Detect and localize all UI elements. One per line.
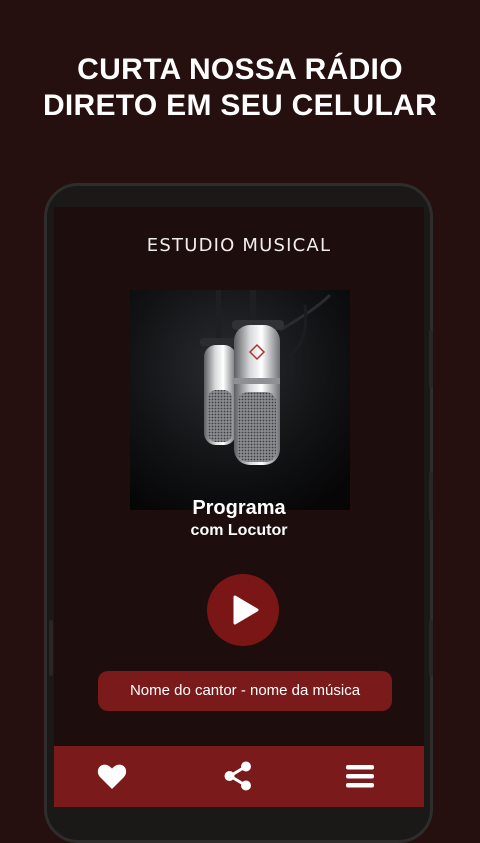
menu-icon — [346, 765, 374, 788]
promo-headline: CURTA NOSSA RÁDIO DIRETO EM SEU CELULAR — [0, 52, 480, 124]
heart-icon — [97, 764, 127, 789]
phone-side-button — [429, 330, 433, 388]
cover-art — [130, 290, 350, 510]
bottom-nav — [54, 746, 424, 807]
microphone-photo — [130, 290, 350, 510]
menu-button[interactable] — [340, 756, 380, 796]
share-button[interactable] — [218, 756, 258, 796]
now-playing-label: Nome do cantor - nome da música — [98, 671, 392, 711]
favorite-button[interactable] — [92, 756, 132, 796]
play-icon — [233, 595, 259, 625]
promo-headline-line-2: DIRETO EM SEU CELULAR — [42, 89, 438, 122]
phone-side-button — [49, 620, 53, 676]
program-subtitle: com Locutor — [190, 522, 288, 539]
station-name: ESTUDIO MUSICAL — [146, 235, 332, 256]
share-icon — [224, 761, 251, 791]
play-button[interactable] — [207, 574, 279, 646]
app-screen: ESTUDIO MUSICAL Programa com Locutor Nom… — [54, 207, 424, 807]
program-title: Programa — [192, 497, 286, 519]
promo-headline-line-1: CURTA NOSSA RÁDIO — [77, 53, 403, 86]
phone-side-button — [429, 472, 433, 520]
phone-side-button — [429, 620, 433, 676]
